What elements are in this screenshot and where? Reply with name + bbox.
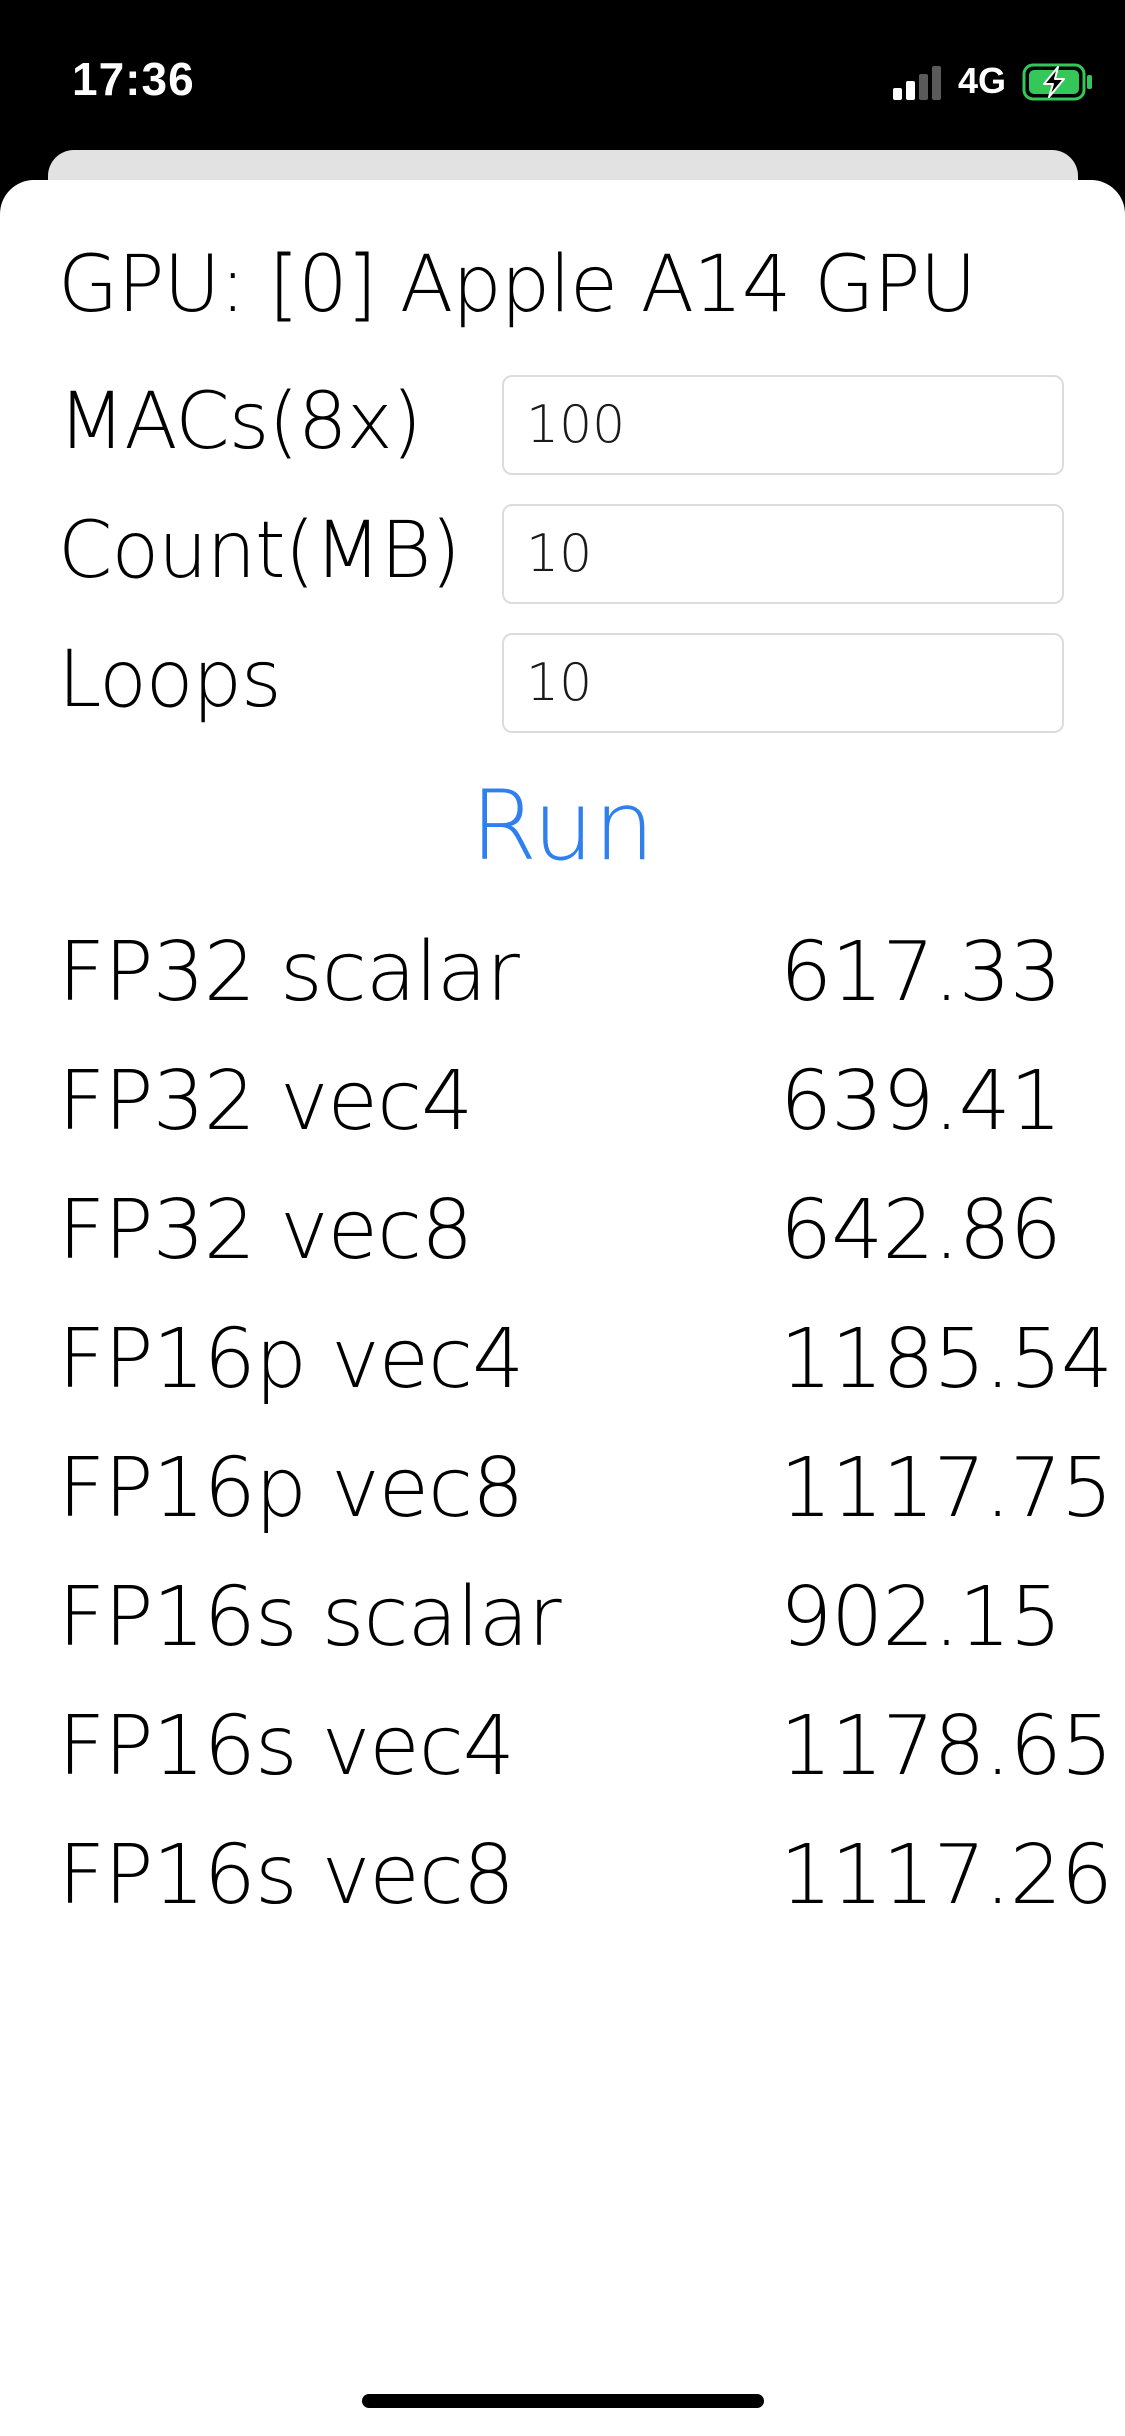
result-value: 1185.54 <box>780 1312 1113 1407</box>
result-row: FP16s vec4 1178.65 <box>0 1699 1125 1809</box>
result-row: FP32 vec4 639.41 <box>0 1054 1125 1164</box>
result-name: FP16p vec8 <box>58 1441 524 1536</box>
status-bar: 17:36 4G <box>0 0 1125 150</box>
result-row: FP16s vec8 1117.26 <box>0 1828 1125 1938</box>
loops-label: Loops <box>58 635 282 725</box>
home-indicator[interactable] <box>362 2394 764 2408</box>
result-name: FP16s vec4 <box>58 1699 515 1794</box>
result-value: 639.41 <box>780 1054 1062 1149</box>
macs-label: MACs(8x) <box>58 377 422 467</box>
result-name: FP16s vec8 <box>58 1828 515 1923</box>
result-value: 1117.75 <box>780 1441 1113 1536</box>
run-button[interactable]: Run <box>0 770 1125 882</box>
result-name: FP32 scalar <box>58 925 520 1020</box>
loops-input[interactable] <box>502 633 1064 733</box>
result-value: 617.33 <box>780 925 1062 1020</box>
result-name: FP32 vec4 <box>58 1054 473 1149</box>
network-type-label: 4G <box>958 60 1007 101</box>
modal-sheet: GPU: [0] Apple A14 GPU MACs(8x) Count(MB… <box>0 180 1125 2436</box>
result-row: FP32 vec8 642.86 <box>0 1183 1125 1293</box>
phone-screen: 17:36 4G GPU: [0] Apple A14 GPU MACs(8x)… <box>0 0 1125 2436</box>
cellular-signal-icon <box>893 66 945 100</box>
count-input[interactable] <box>502 504 1064 604</box>
result-row: FP16s scalar 902.15 <box>0 1570 1125 1680</box>
result-value: 1178.65 <box>780 1699 1113 1794</box>
result-row: FP32 scalar 617.33 <box>0 925 1125 1035</box>
result-row: FP16p vec8 1117.75 <box>0 1441 1125 1551</box>
result-name: FP16p vec4 <box>58 1312 524 1407</box>
battery-charging-icon <box>1022 62 1094 102</box>
result-value: 1117.26 <box>780 1828 1113 1923</box>
macs-input[interactable] <box>502 375 1064 475</box>
result-value: 642.86 <box>780 1183 1062 1278</box>
count-label: Count(MB) <box>58 506 461 596</box>
result-value: 902.15 <box>780 1570 1062 1665</box>
gpu-label: GPU: [0] Apple A14 GPU <box>58 240 977 330</box>
result-name: FP32 vec8 <box>58 1183 473 1278</box>
status-time: 17:36 <box>72 53 195 105</box>
result-row: FP16p vec4 1185.54 <box>0 1312 1125 1422</box>
result-name: FP16s scalar <box>58 1570 562 1665</box>
